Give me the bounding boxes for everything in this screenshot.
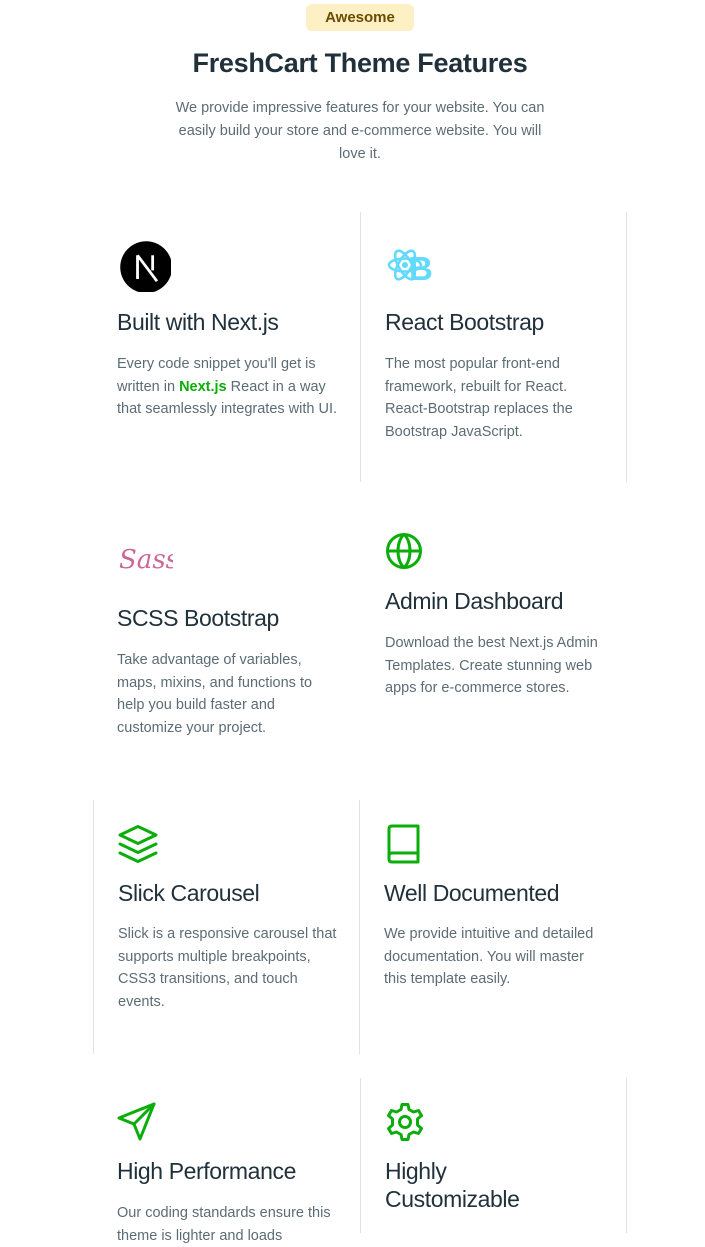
feature-description: Every code snippet you'll get is written… [117, 356, 338, 417]
divider [360, 212, 361, 482]
feature-card-highly-customizable: Highly Customizable [385, 1102, 545, 1230]
section-subtitle: We provide impressive features for your … [175, 100, 545, 162]
feature-card-high-performance: High Performance Our coding standards en… [117, 1101, 342, 1247]
feature-title: Admin Dashboard [385, 588, 564, 614]
feature-title: Slick Carousel [118, 880, 260, 906]
divider [360, 1078, 361, 1233]
feature-title: SCSS Bootstrap [117, 605, 279, 631]
feature-description: We provide intuitive and detailed docume… [384, 926, 594, 987]
globe-icon [386, 532, 422, 570]
feature-card-react-bootstrap: B React Bootstrap The most popular front… [385, 238, 610, 443]
nextjs-icon [120, 241, 171, 292]
feature-title: Highly Customizable [385, 1158, 520, 1212]
feature-card-scss: Sass SCSS Bootstrap Take advantage of va… [117, 538, 342, 739]
section-badge: Awesome [306, 4, 414, 31]
layers-icon [118, 825, 158, 863]
feature-card-nextjs: Built with Next.js Every code snippet yo… [117, 238, 342, 421]
sass-icon: Sass [119, 545, 173, 575]
section-title: FreshCart Theme Features [192, 48, 528, 78]
gear-icon [387, 1103, 423, 1141]
feature-title: High Performance [117, 1158, 296, 1184]
feature-description: Our coding standards ensure this theme i… [117, 1205, 331, 1244]
svg-text:Sass: Sass [119, 545, 173, 575]
svg-text:B: B [409, 250, 433, 287]
book-icon [387, 824, 420, 864]
feature-description: Take advantage of variables, maps, mixin… [117, 652, 313, 736]
react-bootstrap-icon: B [387, 249, 433, 287]
send-icon [117, 1102, 156, 1141]
feature-title: React Bootstrap [385, 309, 544, 335]
divider [359, 800, 360, 1054]
feature-card-slick-carousel: Slick Carousel Slick is a responsive car… [118, 824, 343, 1013]
feature-description: Download the best Next.js Admin Template… [385, 635, 598, 696]
feature-title: Built with Next.js [117, 309, 279, 335]
feature-title: Well Documented [384, 880, 560, 906]
divider [626, 212, 627, 482]
nextjs-highlight: Next.js [179, 378, 227, 395]
divider [93, 800, 94, 1054]
feature-description: Slick is a responsive carousel that supp… [118, 926, 337, 1010]
feature-description: The most popular front-end framework, re… [385, 356, 573, 440]
feature-card-well-documented: Well Documented We provide intuitive and… [384, 824, 609, 991]
divider [626, 1078, 627, 1233]
feature-card-admin-dashboard: Admin Dashboard Download the best Next.j… [385, 531, 610, 700]
